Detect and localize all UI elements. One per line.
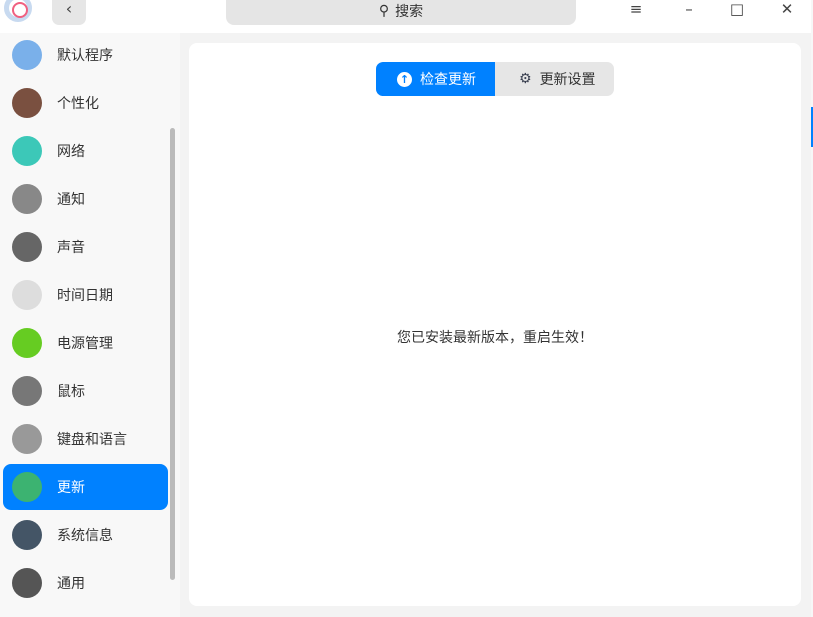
search-input[interactable]: ⚲ 搜索	[226, 0, 576, 25]
sidebar-item-icon	[12, 88, 42, 118]
tab-update-settings[interactable]: ⚙ 更新设置	[495, 62, 614, 96]
sidebar-item[interactable]: 通知	[3, 176, 168, 222]
sidebar-item[interactable]: 声音	[3, 224, 168, 270]
tab-label: 检查更新	[420, 72, 476, 88]
sidebar: 默认程序个性化网络通知声音时间日期电源管理鼠标键盘和语言更新系统信息通用	[0, 33, 180, 617]
sidebar-item[interactable]: 鼠标	[3, 368, 168, 414]
tab-group: ↑ 检查更新 ⚙ 更新设置	[376, 62, 614, 96]
sidebar-item-icon	[12, 424, 42, 454]
gear-icon: ⚙	[519, 71, 532, 87]
search-placeholder: 搜索	[395, 3, 424, 20]
tab-check-update[interactable]: ↑ 检查更新	[376, 62, 495, 96]
sidebar-item[interactable]: 电源管理	[3, 320, 168, 366]
title-bar: ‹ ⚲ 搜索 ≡ – □ ✕	[0, 0, 811, 33]
status-message: 您已安装最新版本，重启生效！	[397, 330, 593, 346]
sidebar-item[interactable]: 更新	[3, 464, 168, 510]
search-icon: ⚲	[378, 2, 390, 19]
sidebar-item-icon	[12, 280, 42, 310]
back-button[interactable]: ‹	[52, 0, 86, 25]
sidebar-item-label: 通用	[57, 576, 85, 592]
sidebar-item-icon	[12, 328, 42, 358]
sidebar-scrollbar[interactable]	[170, 128, 175, 580]
arrow-up-circle-icon: ↑	[397, 71, 412, 87]
tab-label: 更新设置	[539, 72, 596, 88]
app-logo-icon	[4, 0, 32, 22]
sidebar-item-label: 通知	[57, 192, 85, 208]
sidebar-item[interactable]: 默认程序	[3, 32, 168, 78]
sidebar-item-icon	[12, 376, 42, 406]
minimize-button[interactable]: –	[674, 0, 704, 20]
sidebar-item[interactable]: 网络	[3, 128, 168, 174]
sidebar-item-label: 电源管理	[57, 336, 113, 352]
sidebar-item[interactable]: 时间日期	[3, 272, 168, 318]
sidebar-item-label: 默认程序	[57, 48, 113, 64]
sidebar-item-icon	[12, 184, 42, 214]
sidebar-item[interactable]: 个性化	[3, 80, 168, 126]
update-panel: ↑ 检查更新 ⚙ 更新设置 您已安装最新版本，重启生效！	[189, 43, 801, 606]
sidebar-item-icon	[12, 232, 42, 262]
sidebar-item-label: 个性化	[57, 96, 99, 112]
sidebar-item-label: 更新	[57, 480, 85, 496]
sidebar-item-label: 键盘和语言	[57, 432, 127, 448]
menu-button[interactable]: ≡	[621, 0, 651, 20]
sidebar-item-label: 鼠标	[57, 384, 85, 400]
sidebar-item[interactable]: 键盘和语言	[3, 416, 168, 462]
sidebar-item-label: 时间日期	[57, 288, 113, 304]
sidebar-item-label: 系统信息	[57, 528, 113, 544]
sidebar-item-icon	[12, 472, 42, 502]
sidebar-item-icon	[12, 40, 42, 70]
maximize-button[interactable]: □	[722, 0, 752, 20]
sidebar-item-label: 声音	[57, 240, 85, 256]
sidebar-item[interactable]: 系统信息	[3, 512, 168, 558]
sidebar-item-icon	[12, 568, 42, 598]
sidebar-item-icon	[12, 136, 42, 166]
sidebar-item[interactable]: 通用	[3, 560, 168, 606]
close-button[interactable]: ✕	[772, 0, 802, 20]
sidebar-item-icon	[12, 520, 42, 550]
sidebar-item-label: 网络	[57, 144, 85, 160]
